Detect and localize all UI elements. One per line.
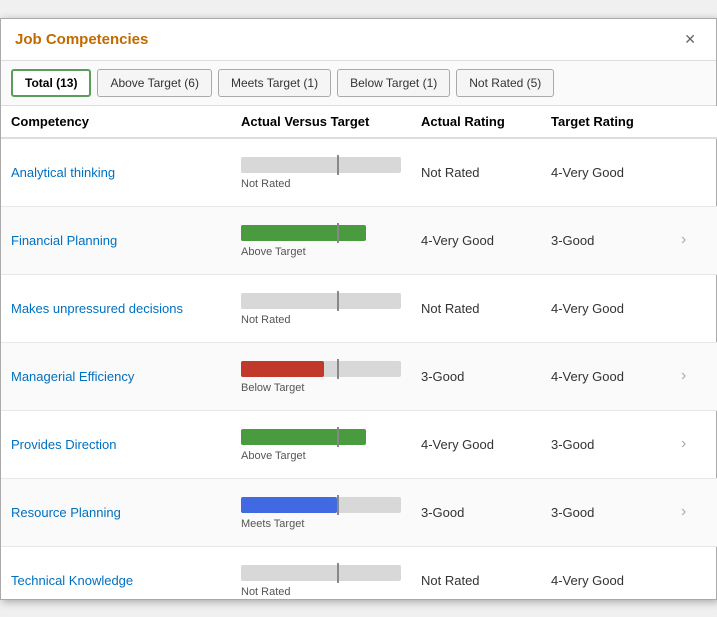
table-row: Managerial EfficiencyBelow Target3-Good4… (1, 343, 717, 411)
bar-container: Not Rated (241, 563, 421, 598)
filter-btn-below[interactable]: Below Target (1) (337, 69, 450, 97)
actual-rating: Not Rated (421, 301, 551, 316)
job-competencies-dialog: Job Competencies ✕ Total (13)Above Targe… (0, 18, 717, 600)
bar-container: Above Target (241, 427, 421, 462)
bar-wrapper (241, 563, 401, 583)
bar-label: Not Rated (241, 586, 421, 598)
bar-container: Meets Target (241, 495, 421, 530)
table-row: Financial PlanningAbove Target4-Very Goo… (1, 207, 717, 275)
bar-divider (337, 291, 339, 311)
row-chevron[interactable]: › (681, 231, 711, 249)
col-actual-vs-target: Actual Versus Target (241, 114, 421, 129)
competency-name: Resource Planning (11, 505, 241, 520)
row-chevron[interactable]: › (681, 503, 711, 521)
competency-name: Provides Direction (11, 437, 241, 452)
bar-bg (241, 565, 401, 581)
actual-rating: Not Rated (421, 573, 551, 588)
close-button[interactable]: ✕ (678, 29, 702, 50)
bar-wrapper (241, 427, 401, 447)
dialog-title: Job Competencies (15, 31, 148, 48)
bar-bg (241, 157, 401, 173)
bar-label: Not Rated (241, 314, 421, 326)
main-layout: Competency Actual Versus Target Actual R… (1, 106, 716, 599)
bar-wrapper (241, 291, 401, 311)
table-row: Provides DirectionAbove Target4-Very Goo… (1, 411, 717, 479)
table-body: Analytical thinkingNot RatedNot Rated4-V… (1, 139, 717, 599)
col-spacer (681, 114, 711, 129)
bar-container: Not Rated (241, 291, 421, 326)
bar-wrapper (241, 155, 401, 175)
table-row: Analytical thinkingNot RatedNot Rated4-V… (1, 139, 717, 207)
table-row: Technical KnowledgeNot RatedNot Rated4-V… (1, 547, 717, 599)
col-target-rating: Target Rating (551, 114, 681, 129)
target-rating: 3-Good (551, 437, 681, 452)
bar-fill (241, 225, 366, 241)
bar-label: Meets Target (241, 518, 421, 530)
bar-container: Not Rated (241, 155, 421, 190)
bar-container: Below Target (241, 359, 421, 394)
bar-divider (337, 427, 339, 447)
bar-divider (337, 495, 339, 515)
bar-fill (241, 497, 337, 513)
table-row: Makes unpressured decisionsNot RatedNot … (1, 275, 717, 343)
bar-divider (337, 155, 339, 175)
bar-label: Above Target (241, 246, 421, 258)
target-rating: 4-Very Good (551, 165, 681, 180)
col-competency: Competency (11, 114, 241, 129)
bar-fill (241, 429, 366, 445)
row-chevron[interactable]: › (681, 367, 711, 385)
bar-wrapper (241, 223, 401, 243)
target-rating: 4-Very Good (551, 369, 681, 384)
competency-name: Managerial Efficiency (11, 369, 241, 384)
filter-btn-meets[interactable]: Meets Target (1) (218, 69, 331, 97)
bar-divider (337, 563, 339, 583)
target-rating: 4-Very Good (551, 573, 681, 588)
target-rating: 4-Very Good (551, 301, 681, 316)
bar-container: Above Target (241, 223, 421, 258)
actual-rating: Not Rated (421, 165, 551, 180)
bar-wrapper (241, 495, 401, 515)
actual-rating: 3-Good (421, 369, 551, 384)
filter-btn-above[interactable]: Above Target (6) (97, 69, 212, 97)
bar-fill (241, 361, 324, 377)
competency-name: Makes unpressured decisions (11, 301, 241, 316)
actual-rating: 4-Very Good (421, 233, 551, 248)
bar-divider (337, 223, 339, 243)
dialog-header: Job Competencies ✕ (1, 19, 716, 61)
filter-btn-notrated[interactable]: Not Rated (5) (456, 69, 554, 97)
target-rating: 3-Good (551, 505, 681, 520)
bar-wrapper (241, 359, 401, 379)
competency-name: Analytical thinking (11, 165, 241, 180)
col-actual-rating: Actual Rating (421, 114, 551, 129)
row-chevron[interactable]: › (681, 435, 711, 453)
table-header: Competency Actual Versus Target Actual R… (1, 106, 717, 139)
bar-bg (241, 293, 401, 309)
filter-bar: Total (13)Above Target (6)Meets Target (… (1, 61, 716, 106)
competency-name: Technical Knowledge (11, 573, 241, 588)
actual-rating: 3-Good (421, 505, 551, 520)
bar-label: Not Rated (241, 178, 421, 190)
target-rating: 3-Good (551, 233, 681, 248)
bar-divider (337, 359, 339, 379)
content-area: Competency Actual Versus Target Actual R… (1, 106, 717, 599)
actual-rating: 4-Very Good (421, 437, 551, 452)
table-row: Resource PlanningMeets Target3-Good3-Goo… (1, 479, 717, 547)
filter-btn-total[interactable]: Total (13) (11, 69, 91, 97)
competency-name: Financial Planning (11, 233, 241, 248)
bar-label: Below Target (241, 382, 421, 394)
bar-label: Above Target (241, 450, 421, 462)
